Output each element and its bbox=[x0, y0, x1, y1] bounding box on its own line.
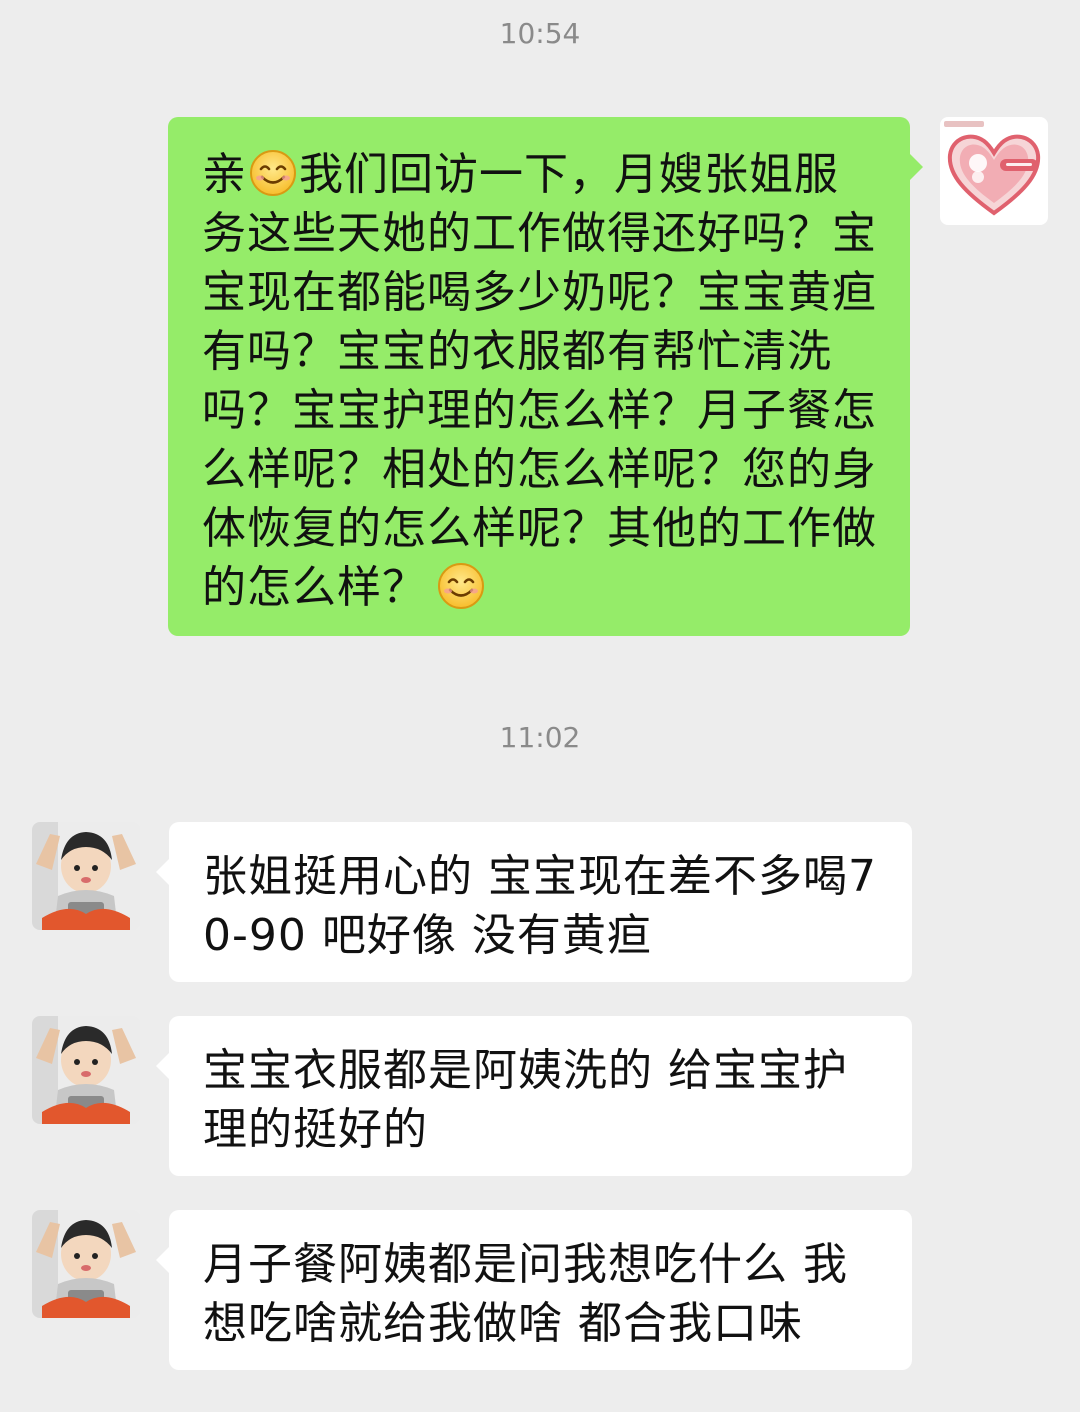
child-photo-icon bbox=[32, 1016, 140, 1124]
message-bubble-incoming[interactable]: 张姐挺用心的 宝宝现在差不多喝70-90 吧好像 没有黄疸 bbox=[169, 822, 912, 982]
message-text: 张姐挺用心的 宝宝现在差不多喝70-90 吧好像 没有黄疸 bbox=[203, 851, 877, 961]
bubble-tail bbox=[156, 1052, 170, 1080]
contact-avatar[interactable] bbox=[32, 1016, 140, 1124]
bubble-tail bbox=[156, 1246, 170, 1274]
timestamp: 11:02 bbox=[499, 721, 581, 754]
child-photo-icon bbox=[32, 1210, 140, 1318]
message-text: 宝宝衣服都是阿姨洗的 给宝宝护理的挺好的 bbox=[203, 1045, 848, 1155]
message-bubble-incoming[interactable]: 宝宝衣服都是阿姨洗的 给宝宝护理的挺好的 bbox=[169, 1016, 912, 1176]
message-text: 亲 bbox=[202, 149, 247, 200]
bubble-tail bbox=[156, 858, 170, 886]
message-text: 月子餐阿姨都是问我想吃什么 我想吃啥就给我做啥 都合我口味 bbox=[203, 1239, 848, 1349]
timestamp: 10:54 bbox=[499, 17, 581, 50]
self-avatar[interactable] bbox=[940, 117, 1048, 225]
message-bubble-outgoing[interactable]: 亲 我们回访一下，月嫂张姐服务这些天她的工作做得还好吗？宝宝现在都能喝多少奶呢？… bbox=[168, 117, 910, 636]
bubble-tail bbox=[909, 153, 923, 181]
child-photo-icon bbox=[32, 822, 140, 930]
smile-emoji-icon bbox=[438, 563, 484, 609]
contact-avatar[interactable] bbox=[32, 1210, 140, 1318]
smile-emoji-icon bbox=[250, 150, 296, 196]
message-text: 我们回访一下，月嫂张姐服务这些天她的工作做得还好吗？宝宝现在都能喝多少奶呢？宝宝… bbox=[202, 149, 877, 613]
contact-avatar[interactable] bbox=[32, 822, 140, 930]
heart-logo-icon bbox=[944, 121, 1041, 216]
message-bubble-incoming[interactable]: 月子餐阿姨都是问我想吃什么 我想吃啥就给我做啥 都合我口味 bbox=[169, 1210, 912, 1370]
